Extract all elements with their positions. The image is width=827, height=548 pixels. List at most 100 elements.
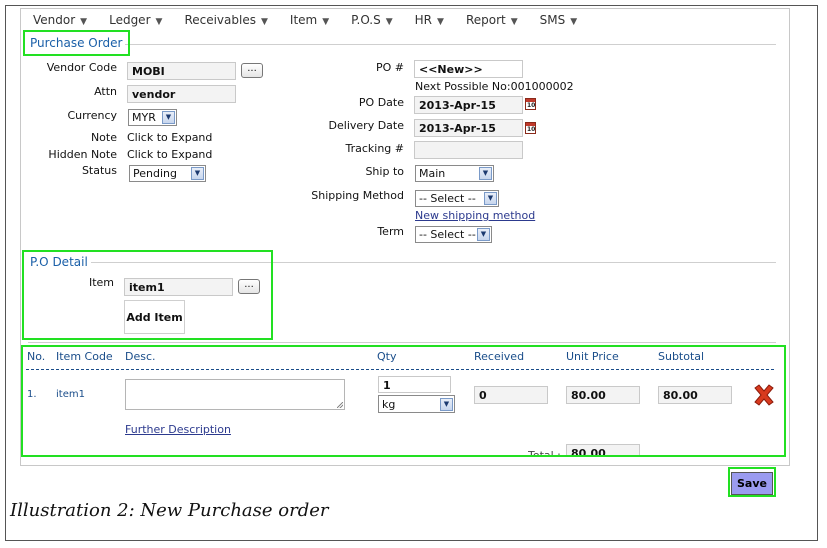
tracking-field[interactable] — [414, 141, 523, 159]
po-detail-divider — [28, 262, 776, 263]
menu-hr[interactable]: HR ▼ — [415, 15, 444, 29]
row-number: 1. — [27, 389, 37, 400]
calendar-icon-text: 10 — [527, 102, 536, 109]
attn-label: Attn — [94, 85, 117, 98]
total-label: Total : — [528, 449, 561, 456]
menu-receivables-label: Receivables — [184, 15, 256, 27]
po-date-field[interactable]: 2013-Apr-15 — [414, 96, 523, 114]
new-shipping-method-link[interactable]: New shipping method — [415, 209, 535, 222]
menu-sms[interactable]: SMS ▼ — [540, 15, 578, 29]
menu-item[interactable]: Item ▼ — [290, 15, 329, 29]
po-number-field[interactable]: <<New>> — [414, 60, 523, 78]
vendor-browse-button[interactable]: ... — [241, 63, 263, 78]
status-select[interactable]: Pending ▼ — [129, 165, 206, 182]
item-browse-button[interactable]: ... — [238, 279, 260, 294]
menu-receivables[interactable]: Receivables ▼ — [184, 15, 267, 29]
chevron-down-icon: ▼ — [322, 17, 330, 27]
purchase-order-divider — [28, 44, 776, 45]
term-label: Term — [377, 225, 404, 238]
total-clip: 80.00 — [566, 444, 640, 456]
unit-price-field[interactable]: 80.00 — [566, 386, 640, 404]
chevron-down-icon: ▼ — [155, 17, 163, 27]
menu-ledger[interactable]: Ledger ▼ — [109, 15, 162, 29]
col-header-qty: Qty — [377, 350, 397, 363]
row-item-code: item1 — [56, 389, 85, 400]
menu-pos[interactable]: P.O.S ▼ — [351, 15, 393, 29]
menu-ledger-label: Ledger — [109, 15, 151, 27]
chevron-down-icon: ▼ — [484, 192, 497, 205]
save-button[interactable]: Save — [731, 472, 773, 495]
ship-to-value: Main — [419, 167, 446, 180]
col-header-item-code: Item Code — [56, 350, 113, 363]
received-field[interactable]: 0 — [474, 386, 548, 404]
col-header-desc: Desc. — [125, 350, 156, 363]
menu-hr-label: HR — [414, 15, 433, 27]
chevron-down-icon: ▼ — [191, 167, 204, 180]
menu-pos-label: P.O.S — [351, 15, 381, 27]
chevron-down-icon: ▼ — [479, 167, 492, 180]
qty-field[interactable]: 1 — [378, 376, 451, 393]
term-value: -- Select -- — [419, 228, 476, 241]
menu-vendor-label: Vendor — [33, 15, 76, 27]
col-header-no: No. — [27, 350, 46, 363]
po-number-label: PO # — [375, 61, 404, 74]
total-field: 80.00 — [566, 444, 640, 456]
chevron-down-icon: ▼ — [385, 17, 393, 27]
menu-report-label: Report — [465, 15, 506, 27]
vendor-code-label: Vendor Code — [46, 61, 117, 74]
currency-value: MYR — [132, 111, 156, 124]
item-label: Item — [88, 276, 114, 289]
description-textarea[interactable] — [125, 379, 345, 410]
status-label: Status — [81, 164, 117, 177]
delivery-date-field[interactable]: 2013-Apr-15 — [414, 119, 523, 137]
ship-to-label: Ship to — [365, 165, 404, 178]
shipping-method-value: -- Select -- — [419, 192, 476, 205]
shipping-method-select[interactable]: -- Select -- ▼ — [415, 190, 499, 207]
delete-row-icon[interactable] — [752, 384, 776, 406]
item-field[interactable]: item1 — [124, 278, 233, 296]
menu-item-label: Item — [289, 15, 318, 27]
shipping-method-label: Shipping Method — [311, 189, 404, 202]
table-top-divider — [28, 342, 776, 343]
menu-vendor[interactable]: Vendor ▼ — [33, 15, 87, 29]
calendar-icon-text: 10 — [527, 126, 536, 133]
menu-sms-label: SMS — [539, 15, 566, 27]
status-value: Pending — [133, 167, 177, 180]
chevron-down-icon: ▼ — [162, 111, 175, 124]
currency-label: Currency — [67, 109, 117, 122]
po-date-label: PO Date — [358, 96, 404, 109]
further-description-link[interactable]: Further Description — [125, 423, 231, 436]
calendar-icon[interactable]: 10 — [525, 98, 536, 110]
ship-to-select[interactable]: Main ▼ — [415, 165, 494, 182]
illustration-caption: Illustration 2: New Purchase order — [10, 500, 329, 521]
hidden-note-expand-toggle[interactable]: Click to Expand — [127, 148, 212, 161]
main-menu-bar: Vendor ▼ Ledger ▼ Receivables ▼ Item ▼ P.O.S… — [33, 15, 599, 31]
term-select[interactable]: -- Select -- ▼ — [415, 226, 492, 243]
unit-value: kg — [382, 397, 396, 411]
add-item-button[interactable]: Add Item — [124, 300, 185, 334]
chevron-down-icon: ▼ — [437, 17, 444, 27]
header-separator — [26, 369, 774, 370]
chevron-down-icon: ▼ — [477, 228, 490, 241]
chevron-down-icon: ▼ — [80, 17, 88, 27]
next-possible-number: Next Possible No:001000002 — [415, 80, 574, 93]
menu-report[interactable]: Report ▼ — [466, 15, 518, 29]
purchase-order-title: Purchase Order — [27, 36, 126, 50]
vendor-code-field[interactable]: MOBI — [127, 62, 236, 80]
delivery-date-label: Delivery Date — [328, 119, 404, 132]
col-header-subtotal: Subtotal — [658, 350, 705, 363]
attn-field[interactable]: vendor — [127, 85, 236, 103]
chevron-down-icon: ▼ — [440, 397, 453, 411]
currency-select[interactable]: MYR ▼ — [128, 109, 177, 126]
subtotal-field: 80.00 — [658, 386, 732, 404]
note-expand-toggle[interactable]: Click to Expand — [127, 131, 212, 144]
chevron-down-icon: ▼ — [570, 17, 578, 27]
chevron-down-icon: ▼ — [510, 17, 518, 27]
po-detail-title: P.O Detail — [27, 255, 91, 269]
calendar-icon[interactable]: 10 — [525, 122, 536, 134]
chevron-down-icon: ▼ — [260, 17, 268, 27]
unit-select[interactable]: kg ▼ — [378, 395, 455, 413]
col-header-received: Received — [474, 350, 525, 363]
tracking-label: Tracking # — [345, 142, 404, 155]
hidden-note-label: Hidden Note — [48, 148, 117, 161]
